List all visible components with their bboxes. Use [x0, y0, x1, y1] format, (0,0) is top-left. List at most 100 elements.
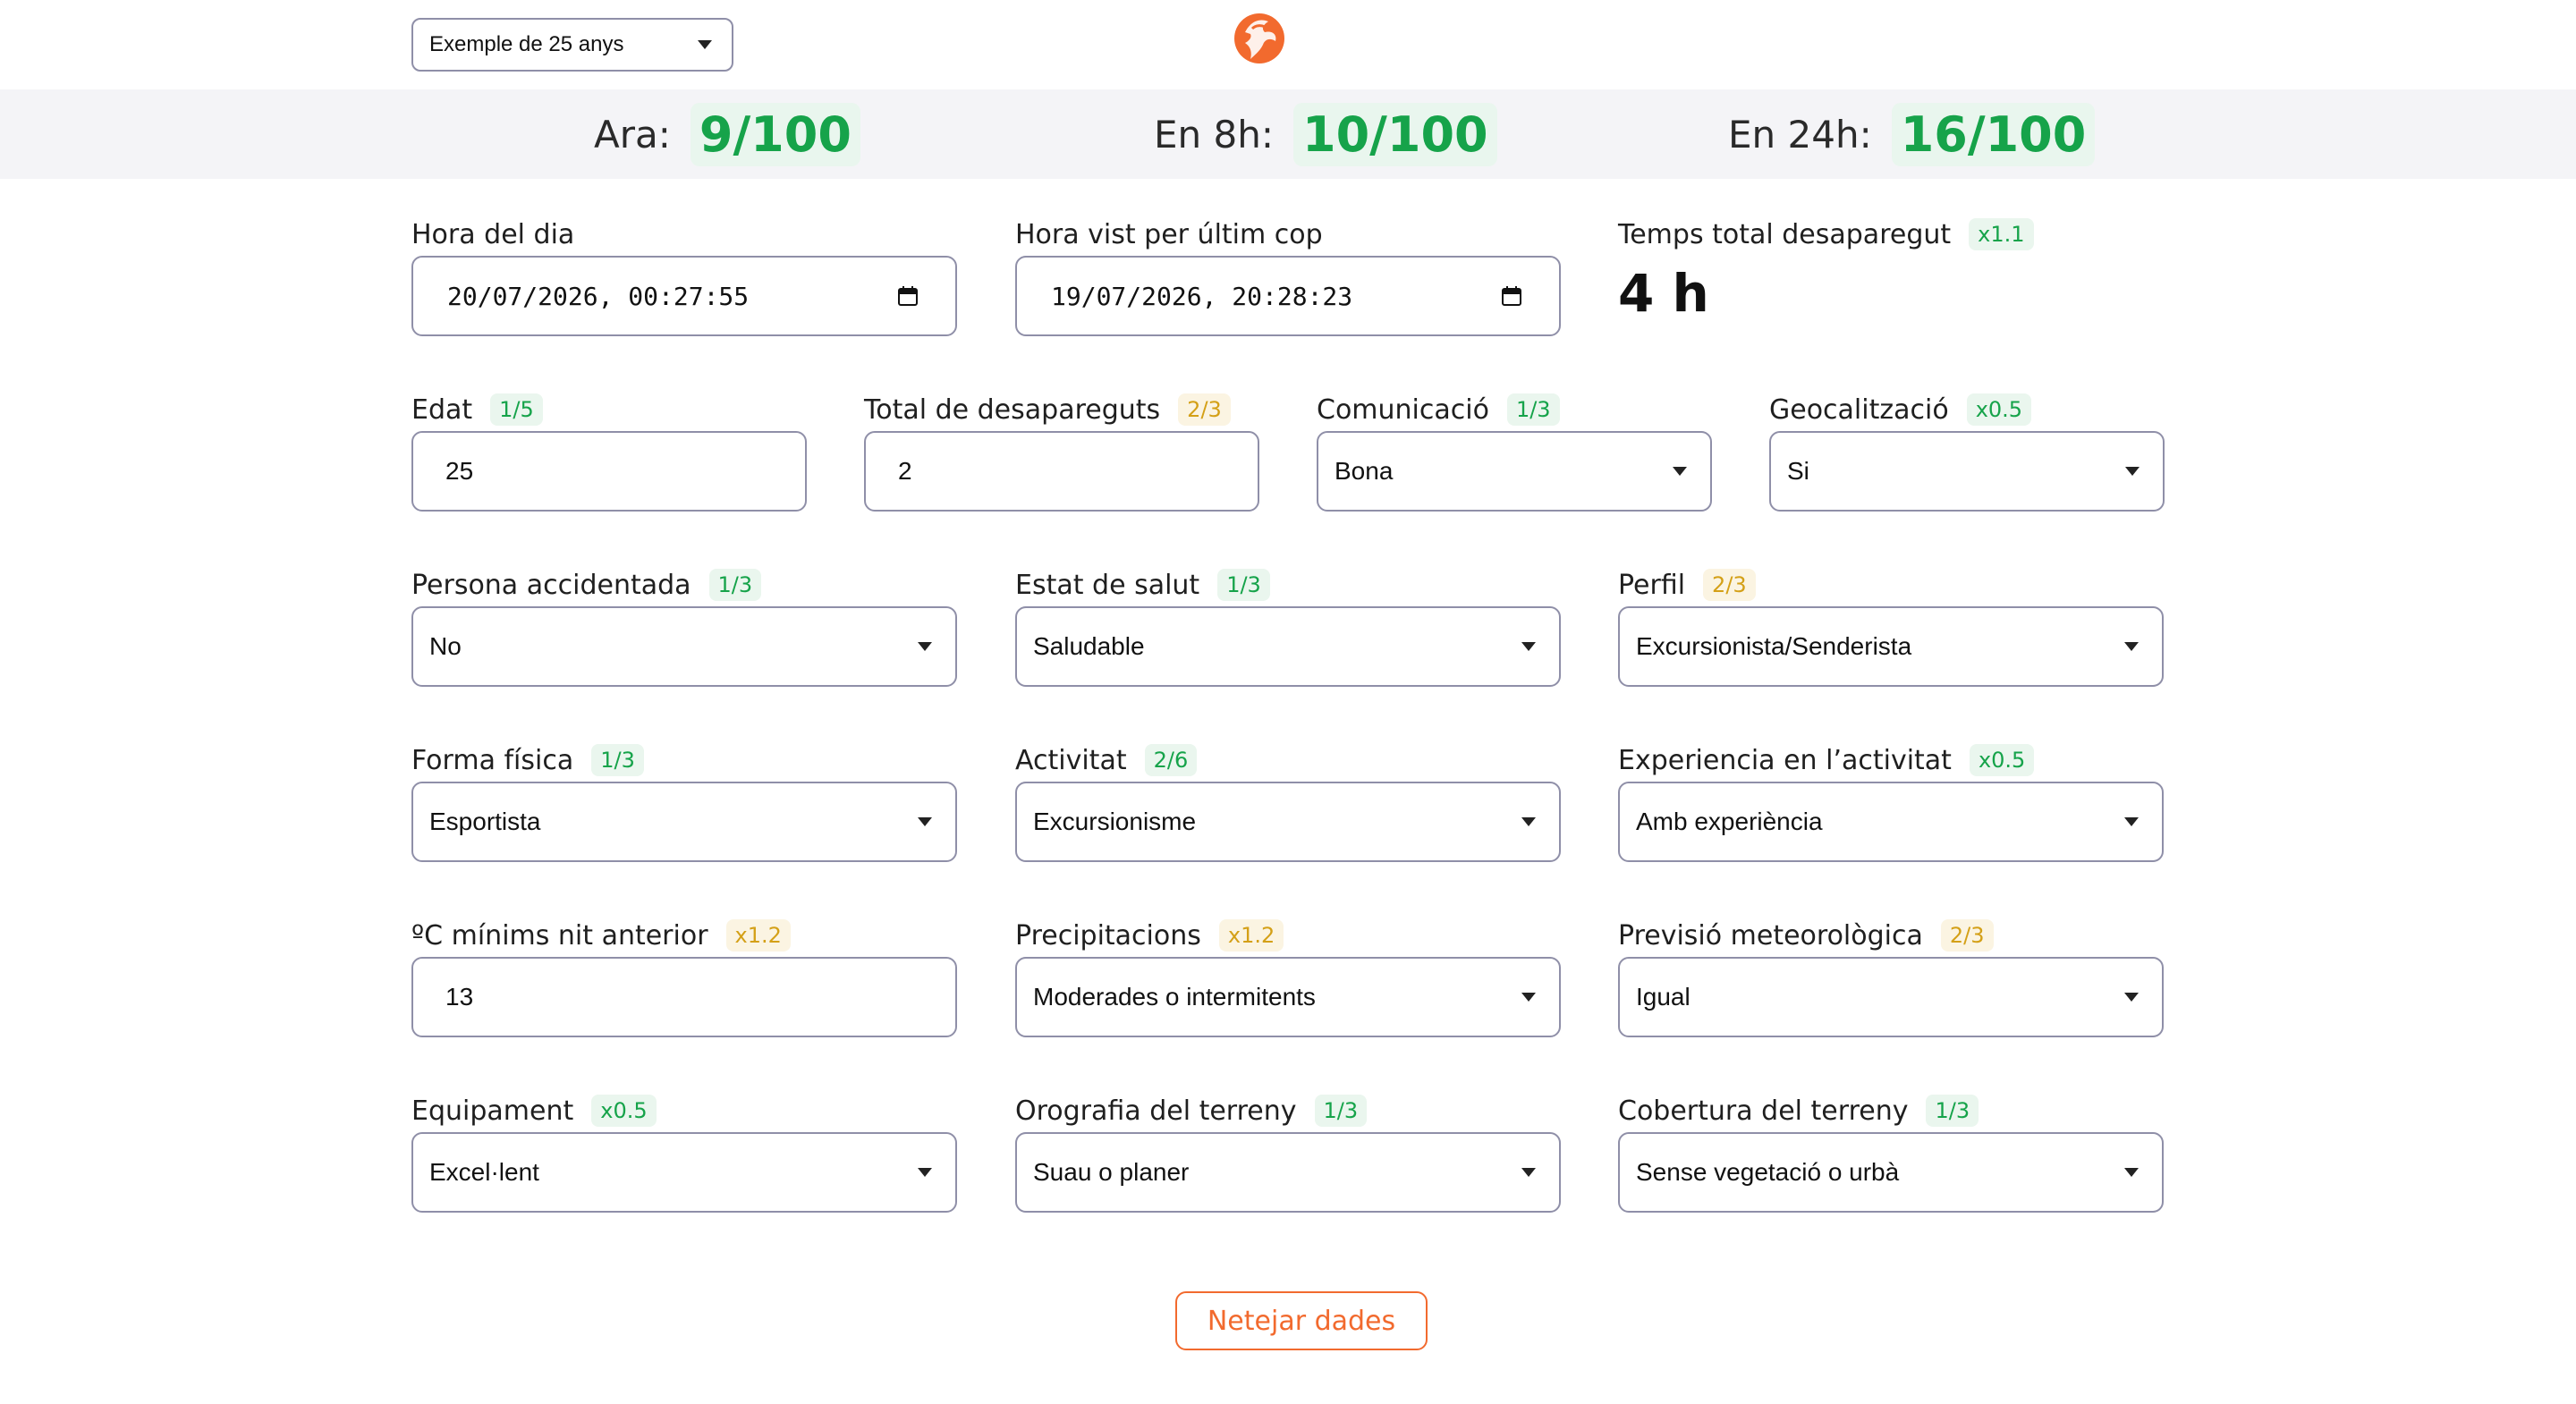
temps-total-badge: x1.1: [1969, 218, 2034, 250]
score-now: Ara: 9/100: [594, 89, 860, 179]
comunicacio-value: Bona: [1335, 457, 1394, 485]
equipament-select[interactable]: Excel·lent: [411, 1132, 957, 1213]
chevron-down-icon: [1521, 993, 1536, 1002]
hora-dia-label: Hora del dia: [411, 218, 575, 250]
score-8h-value: 10/100: [1293, 102, 1497, 166]
field-edat: Edat 1/5 25: [411, 390, 807, 512]
calendar-icon[interactable]: [898, 286, 918, 306]
example-select[interactable]: Exemple de 25 anys: [411, 18, 733, 72]
field-forma-fisica: Forma física 1/3 Esportista: [411, 740, 957, 862]
perfil-select[interactable]: Excursionista/Senderista: [1618, 606, 2164, 687]
temp-minima-label: ºC mínims nit anterior: [411, 919, 708, 952]
activitat-label: Activitat: [1015, 744, 1127, 776]
equipament-badge: x0.5: [591, 1095, 657, 1127]
field-experiencia: Experiencia en l’activitat x0.5 Amb expe…: [1618, 740, 2164, 862]
chevron-down-icon: [698, 40, 712, 49]
precipitacions-badge: x1.2: [1218, 919, 1284, 952]
field-total-desapareguts: Total de desapareguts 2/3 2: [864, 390, 1259, 512]
field-previsio: Previsió meteorològica 2/3 Igual: [1618, 916, 2164, 1037]
comunicacio-badge: 1/3: [1506, 393, 1560, 426]
field-geocalitzacio: Geocalització x0.5 Si: [1769, 390, 2165, 512]
calendar-icon[interactable]: [1502, 286, 1521, 306]
edat-label: Edat: [411, 393, 473, 426]
previsio-label: Previsió meteorològica: [1618, 919, 1923, 952]
orografia-label: Orografia del terreny: [1015, 1095, 1297, 1127]
activitat-value: Excursionisme: [1033, 808, 1197, 835]
persona-accidentada-badge: 1/3: [708, 569, 762, 601]
precipitacions-value: Moderades o intermitents: [1033, 983, 1316, 1011]
previsio-select[interactable]: Igual: [1618, 957, 2164, 1037]
geocalitzacio-label: Geocalització: [1769, 393, 1949, 426]
experiencia-select[interactable]: Amb experiència: [1618, 782, 2164, 862]
chevron-down-icon: [918, 1168, 932, 1177]
orografia-badge: 1/3: [1314, 1095, 1368, 1127]
total-desapareguts-value: 2: [898, 457, 912, 485]
field-equipament: Equipament x0.5 Excel·lent: [411, 1091, 957, 1213]
hora-vist-label: Hora vist per últim cop: [1015, 218, 1323, 250]
comunicacio-select[interactable]: Bona: [1317, 431, 1712, 512]
edat-value: 25: [445, 457, 474, 485]
hora-vist-input[interactable]: 19/07/2026, 20:28:23: [1015, 256, 1561, 336]
experiencia-value: Amb experiència: [1636, 808, 1823, 835]
estat-salut-value: Saludable: [1033, 632, 1145, 660]
chevron-down-icon: [1521, 817, 1536, 826]
geocalitzacio-value: Si: [1787, 457, 1809, 485]
forma-fisica-value: Esportista: [429, 808, 541, 835]
hora-dia-input[interactable]: 20/07/2026, 00:27:55: [411, 256, 957, 336]
eagle-logo-icon: [1234, 13, 1284, 63]
field-temp-minima: ºC mínims nit anterior x1.2 13: [411, 916, 957, 1037]
activitat-select[interactable]: Excursionisme: [1015, 782, 1561, 862]
forma-fisica-badge: 1/3: [591, 744, 644, 776]
persona-accidentada-label: Persona accidentada: [411, 569, 691, 601]
score-band: Ara: 9/100 En 8h: 10/100 En 24h: 16/100: [0, 89, 2576, 179]
temp-minima-input[interactable]: 13: [411, 957, 957, 1037]
equipament-label: Equipament: [411, 1095, 574, 1127]
field-persona-accidentada: Persona accidentada 1/3 No: [411, 565, 957, 687]
chevron-down-icon: [2124, 993, 2139, 1002]
total-desapareguts-label: Total de desapareguts: [864, 393, 1161, 426]
chevron-down-icon: [2125, 467, 2140, 476]
temp-minima-value: 13: [445, 983, 474, 1011]
cobertura-badge: 1/3: [1926, 1095, 1979, 1127]
field-precipitacions: Precipitacions x1.2 Moderades o intermit…: [1015, 916, 1561, 1037]
geocalitzacio-select[interactable]: Si: [1769, 431, 2165, 512]
temps-total-label: Temps total desaparegut: [1618, 218, 1952, 250]
chevron-down-icon: [2124, 1168, 2139, 1177]
previsio-value: Igual: [1636, 983, 1690, 1011]
previsio-badge: 2/3: [1940, 919, 1994, 952]
estat-salut-badge: 1/3: [1217, 569, 1270, 601]
orografia-select[interactable]: Suau o planer: [1015, 1132, 1561, 1213]
chevron-down-icon: [2124, 817, 2139, 826]
forma-fisica-select[interactable]: Esportista: [411, 782, 957, 862]
perfil-value: Excursionista/Senderista: [1636, 632, 1912, 660]
score-now-value: 9/100: [690, 102, 860, 166]
perfil-label: Perfil: [1618, 569, 1686, 601]
persona-accidentada-value: No: [429, 632, 462, 660]
score-24h-label: En 24h:: [1728, 112, 1872, 156]
persona-accidentada-select[interactable]: No: [411, 606, 957, 687]
example-select-value: Exemple de 25 anys: [429, 32, 624, 56]
forma-fisica-label: Forma física: [411, 744, 574, 776]
field-hora-dia: Hora del dia 20/07/2026, 00:27:55: [411, 215, 957, 336]
field-hora-vist: Hora vist per últim cop 19/07/2026, 20:2…: [1015, 215, 1561, 336]
edat-input[interactable]: 25: [411, 431, 807, 512]
precipitacions-select[interactable]: Moderades o intermitents: [1015, 957, 1561, 1037]
chevron-down-icon: [1673, 467, 1687, 476]
precipitacions-label: Precipitacions: [1015, 919, 1201, 952]
estat-salut-label: Estat de salut: [1015, 569, 1200, 601]
chevron-down-icon: [918, 642, 932, 651]
clear-data-button[interactable]: Netejar dades: [1175, 1291, 1428, 1350]
chevron-down-icon: [1521, 642, 1536, 651]
total-desapareguts-input[interactable]: 2: [864, 431, 1259, 512]
cobertura-value: Sense vegetació o urbà: [1636, 1158, 1900, 1186]
geocalitzacio-badge: x0.5: [1966, 393, 2032, 426]
score-24h: En 24h: 16/100: [1728, 89, 2096, 179]
field-comunicacio: Comunicació 1/3 Bona: [1317, 390, 1712, 512]
field-estat-salut: Estat de salut 1/3 Saludable: [1015, 565, 1561, 687]
temps-total-value: 4 h: [1618, 263, 1709, 324]
orografia-value: Suau o planer: [1033, 1158, 1190, 1186]
estat-salut-select[interactable]: Saludable: [1015, 606, 1561, 687]
comunicacio-label: Comunicació: [1317, 393, 1489, 426]
perfil-badge: 2/3: [1703, 569, 1756, 601]
cobertura-select[interactable]: Sense vegetació o urbà: [1618, 1132, 2164, 1213]
